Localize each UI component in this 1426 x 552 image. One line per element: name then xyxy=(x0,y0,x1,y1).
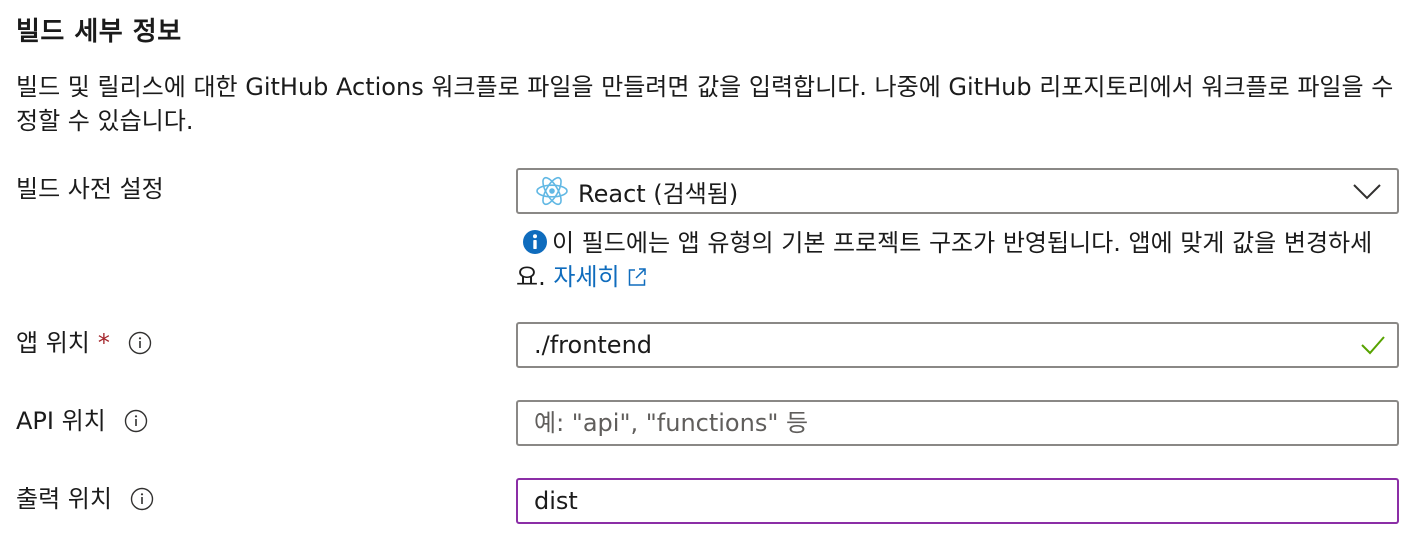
checkmark-icon xyxy=(1361,336,1385,355)
section-description: 빌드 및 릴리스에 대한 GitHub Actions 워크플로 파일을 만들려… xyxy=(16,73,1394,135)
api-location-field[interactable] xyxy=(516,400,1399,446)
output-location-field[interactable] xyxy=(516,478,1399,524)
required-indicator: * xyxy=(97,329,110,357)
build-preset-label: 빌드 사전 설정 xyxy=(16,172,164,206)
api-location-input[interactable] xyxy=(518,403,1397,443)
info-filled-icon xyxy=(523,230,547,254)
info-icon[interactable] xyxy=(130,487,154,511)
external-link-icon xyxy=(628,268,646,286)
app-location-input[interactable] xyxy=(518,325,1359,365)
info-outline-icon xyxy=(128,331,152,355)
info-icon[interactable] xyxy=(128,331,152,355)
build-preset-label-text: 빌드 사전 설정 xyxy=(16,175,164,203)
app-location-field[interactable] xyxy=(516,322,1399,368)
react-icon xyxy=(536,176,568,206)
info-icon[interactable] xyxy=(124,409,148,433)
output-location-input[interactable] xyxy=(518,481,1397,521)
build-preset-hint: 이 필드에는 앱 유형의 기본 프로젝트 구조가 반영됩니다. 앱에 맞게 값을… xyxy=(516,226,1396,294)
learn-more-text: 자세히 xyxy=(553,263,620,291)
info-outline-icon xyxy=(130,487,154,511)
app-location-label: 앱 위치 * xyxy=(16,326,152,360)
api-location-label: API 위치 xyxy=(16,404,148,438)
build-preset-value: React (검색됨) xyxy=(578,179,739,208)
api-location-label-text: API 위치 xyxy=(16,407,106,435)
output-location-label: 출력 위치 xyxy=(16,482,154,516)
learn-more-link[interactable]: 자세히 xyxy=(553,263,647,291)
build-preset-dropdown[interactable]: React (검색됨) xyxy=(516,168,1399,214)
build-details-form: 빌드 세부 정보 빌드 및 릴리스에 대한 GitHub Actions 워크플… xyxy=(0,0,1426,552)
chevron-down-icon[interactable] xyxy=(1351,175,1383,207)
info-outline-icon xyxy=(124,409,147,433)
output-location-label-text: 출력 위치 xyxy=(16,485,112,513)
app-location-label-text: 앱 위치 xyxy=(16,329,90,357)
section-title: 빌드 세부 정보 xyxy=(16,17,182,47)
